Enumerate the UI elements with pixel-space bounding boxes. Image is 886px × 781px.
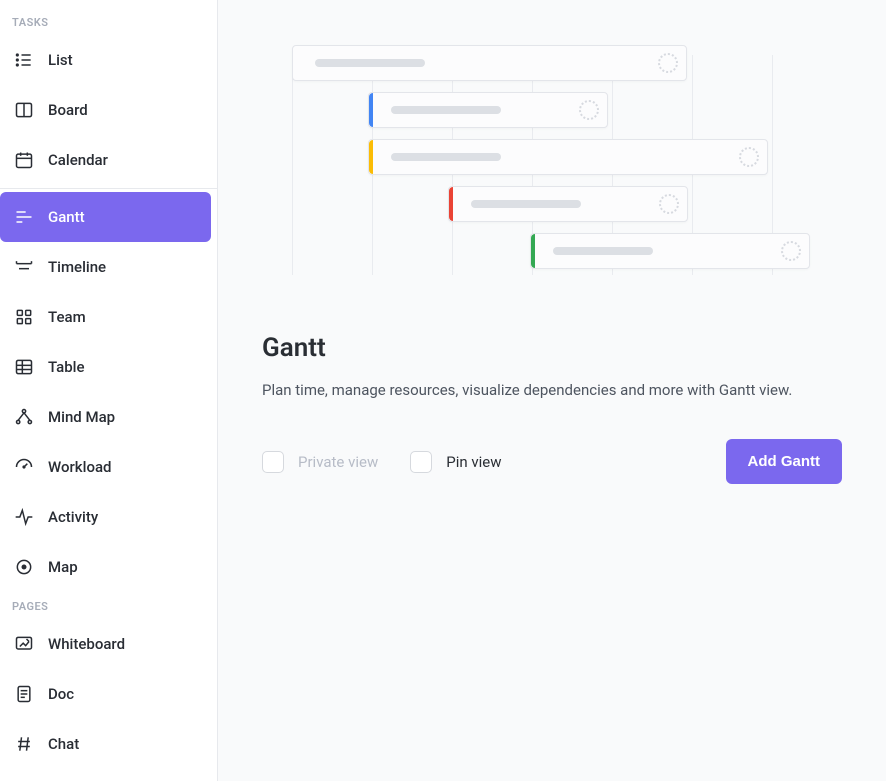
board-icon — [14, 100, 34, 120]
sidebar-item-label: Timeline — [48, 258, 106, 276]
sidebar-item-team[interactable]: Team — [0, 292, 217, 342]
sidebar-item-mind-map[interactable]: Mind Map — [0, 392, 217, 442]
sidebar-item-list[interactable]: List — [0, 35, 217, 85]
sidebar-item-label: Activity — [48, 508, 98, 526]
sidebar-item-chat[interactable]: Chat — [0, 719, 217, 769]
sidebar-item-label: Map — [48, 558, 78, 576]
pin-view-label: Pin view — [446, 453, 501, 471]
pin-view-checkbox[interactable] — [410, 451, 432, 473]
sidebar-item-activity[interactable]: Activity — [0, 492, 217, 542]
controls-row: Private view Pin view Add Gantt — [262, 439, 842, 484]
sidebar-item-timeline[interactable]: Timeline — [0, 242, 217, 292]
sidebar-item-label: Calendar — [48, 151, 108, 169]
add-gantt-button[interactable]: Add Gantt — [726, 439, 843, 484]
sidebar-item-label: Mind Map — [48, 408, 115, 426]
sidebar-item-table[interactable]: Table — [0, 342, 217, 392]
private-view-label: Private view — [298, 453, 378, 471]
pin-view-group: Pin view — [410, 451, 501, 473]
gantt-icon — [14, 207, 34, 227]
calendar-icon — [14, 150, 34, 170]
sidebar-item-calendar[interactable]: Calendar — [0, 135, 217, 185]
sidebar-item-label: Chat — [48, 735, 79, 753]
activity-icon — [14, 507, 34, 527]
sidebar-item-label: Team — [48, 308, 86, 326]
sidebar-item-workload[interactable]: Workload — [0, 442, 217, 492]
doc-icon — [14, 684, 34, 704]
workload-icon — [14, 457, 34, 477]
sidebar-item-gantt[interactable]: Gantt — [0, 192, 211, 242]
sidebar-item-label: Whiteboard — [48, 635, 125, 653]
page-description: Plan time, manage resources, visualize d… — [262, 381, 842, 399]
sidebar-item-doc[interactable]: Doc — [0, 669, 217, 719]
sidebar-item-whiteboard[interactable]: Whiteboard — [0, 619, 217, 669]
team-icon — [14, 307, 34, 327]
page-title: Gantt — [262, 333, 842, 363]
main-content: Gantt Plan time, manage resources, visua… — [218, 0, 886, 781]
map-pin-icon — [14, 557, 34, 577]
sidebar-item-label: Workload — [48, 458, 112, 476]
table-icon — [14, 357, 34, 377]
divider — [0, 188, 217, 189]
sidebar-item-label: Doc — [48, 685, 74, 703]
private-view-checkbox[interactable] — [262, 451, 284, 473]
mind-map-icon — [14, 407, 34, 427]
sidebar: TASKS List Board Calendar Gantt Timeline — [0, 0, 218, 781]
sidebar-item-label: Table — [48, 358, 85, 376]
sidebar-item-board[interactable]: Board — [0, 85, 217, 135]
hash-icon — [14, 734, 34, 754]
list-icon — [14, 50, 34, 70]
whiteboard-icon — [14, 634, 34, 654]
sidebar-item-label: List — [48, 51, 73, 69]
tasks-section-header: TASKS — [0, 8, 217, 35]
sidebar-item-label: Gantt — [48, 208, 85, 226]
sidebar-item-map[interactable]: Map — [0, 542, 217, 592]
private-view-group: Private view — [262, 451, 378, 473]
gantt-illustration — [272, 45, 832, 285]
sidebar-item-label: Board — [48, 101, 88, 119]
timeline-icon — [14, 257, 34, 277]
pages-section-header: PAGES — [0, 592, 217, 619]
